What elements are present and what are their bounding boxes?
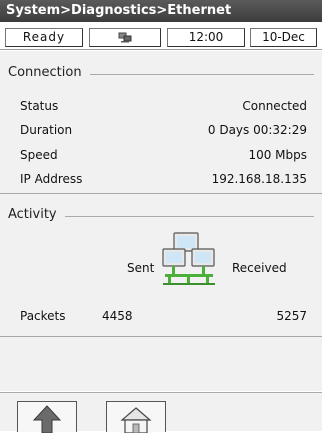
network-status-icon [89,28,161,47]
status-label: Status [20,99,59,113]
speed-value: 100 Mbps [248,148,307,162]
status-value: Connected [242,99,307,113]
packets-received-value: 5257 [276,309,307,323]
status-time: 12:00 [167,28,245,47]
packets-label: Packets [20,309,66,323]
duration-value: 0 Days 00:32:29 [207,123,307,137]
up-button[interactable] [17,401,77,434]
received-label: Received [232,261,287,275]
connection-section-label: Connection [8,65,90,80]
speed-label: Speed [20,148,58,162]
activity-section-label: Activity [8,207,65,222]
navigation-bar [0,392,322,434]
status-bar: Ready 12:00 10-Dec [0,23,322,50]
packets-sent-value: 4458 [102,309,133,323]
status-state: Ready [5,28,83,47]
bottom-separator [0,336,322,337]
up-arrow-icon [32,405,62,434]
window-title: System>Diagnostics>Ethernet [0,0,322,22]
section-separator [0,193,322,194]
ip-address-label: IP Address [20,172,83,186]
sent-label: Sent [127,261,155,275]
diagnostics-panel: Connection Status Connected Duration 0 D… [0,51,322,391]
duration-label: Duration [20,123,73,137]
status-date: 10-Dec [250,28,317,47]
home-icon [120,407,152,434]
ip-address-value: 192.168.18.135 [211,172,307,186]
home-button[interactable] [106,401,166,434]
network-computers-icon [162,232,215,285]
